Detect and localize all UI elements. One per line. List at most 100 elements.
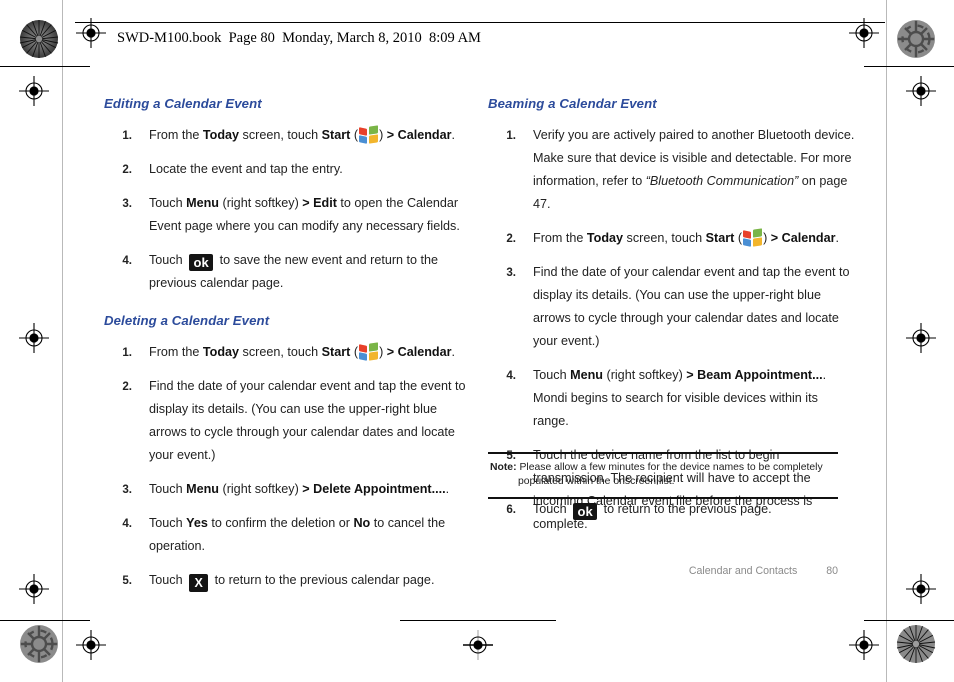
registration-target-left-mid [19, 323, 49, 353]
step-text: Touch X to return to the previous calend… [149, 573, 434, 592]
note-content: Note: Please allow a few minutes for the… [488, 461, 838, 489]
registration-target-right-upper [906, 76, 936, 106]
emphasis-text: Start [321, 345, 351, 359]
maze-swatch-bottom-left [20, 625, 58, 663]
step-text: Touch Menu (right softkey) > Beam Appoin… [533, 368, 826, 428]
step-number: 4. [122, 517, 132, 530]
emphasis-text: Start [321, 128, 351, 142]
step-text: Find the date of your calendar event and… [533, 265, 849, 348]
step-text: Touch Menu (right softkey) > Edit to ope… [149, 196, 460, 233]
starburst-swatch-bottom-right [896, 625, 936, 663]
ok-softkey-icon[interactable]: ok [573, 503, 598, 520]
note-box: Note: Please allow a few minutes for the… [488, 452, 838, 499]
step-number: 2. [122, 163, 132, 176]
emphasis-text: > Calendar [770, 231, 836, 245]
body-text: Touch [533, 502, 571, 516]
emphasis-text: > Calendar [386, 128, 452, 142]
section-heading: Deleting a Calendar Event [104, 313, 270, 328]
step-item: 1. From the Today screen, touch Start () … [104, 124, 472, 147]
emphasis-text: Today [202, 128, 240, 142]
body-text: ( [350, 128, 359, 142]
body-text: From the [533, 231, 587, 245]
footer-page-number: 80 [826, 565, 838, 577]
emphasis-text: Menu [186, 196, 219, 210]
close-softkey-icon[interactable]: X [189, 574, 209, 592]
step-item: 3. Touch Menu (right softkey) > Edit to o… [104, 192, 472, 238]
body-text: ) [379, 345, 387, 359]
section-deleting-calendar-event: Deleting a Calendar Event 1. From the Tod… [104, 313, 472, 592]
body-text: ) [379, 128, 387, 142]
step-item: 4. Touch Yes to confirm the deletion or N… [104, 512, 472, 558]
step-number: 4. [122, 254, 132, 267]
emphasis-text: Today [586, 231, 624, 245]
body-text: ( [350, 345, 359, 359]
step-item: 5. Touch X to return to the previous cale… [104, 569, 472, 592]
steps-list: 1. From the Today screen, touch Start () … [104, 341, 472, 592]
windows-start-flag-icon [359, 125, 378, 144]
body-text: to confirm the deletion or [207, 516, 354, 530]
emphasis-text: > Edit [302, 196, 337, 210]
book-header-text: SWD-M100.book Page 80 Monday, March 8, 2… [117, 30, 481, 46]
step-text: Verify you are actively paired to anothe… [533, 128, 854, 211]
trim-guide-left [62, 0, 63, 682]
trim-rule-bottom-left [0, 620, 90, 622]
emphasis-text: > Calendar [386, 345, 452, 359]
maze-swatch-top-right [897, 20, 935, 58]
step-item: 6. Touch ok to return to the previous pag… [488, 498, 838, 521]
step-item: 2. Find the date of your calendar event a… [104, 375, 472, 467]
step-text: Find the date of your calendar event and… [149, 379, 465, 462]
emphasis-text: > Delete Appointment.... [302, 482, 446, 496]
trim-rule-top-right [864, 66, 954, 68]
windows-start-flag-icon [359, 342, 378, 361]
registration-target-right-mid [906, 323, 936, 353]
registration-target-right-lower [906, 574, 936, 604]
emphasis-text: Menu [570, 368, 603, 382]
emphasis-text: > Beam Appointment... [686, 368, 823, 382]
page-footer: Calendar and Contacts 80 [488, 565, 838, 577]
body-text: Touch [149, 516, 187, 530]
step-number: 3. [506, 266, 516, 279]
left-column: Editing a Calendar Event 1. From the Toda… [104, 96, 472, 603]
steps-list: 1. From the Today screen, touch Start () … [104, 124, 472, 295]
note-label: Note: [490, 462, 517, 473]
step-item: 4. Touch ok to save the new event and ret… [104, 249, 472, 295]
step-number: 3. [122, 197, 132, 210]
registration-target-bottom-left [76, 630, 106, 660]
registration-target-left-lower [19, 574, 49, 604]
italic-reference-text: “Bluetooth Communication” [645, 174, 799, 188]
note-line-2: populated within the onscreen list. [518, 476, 675, 487]
step-number: 1. [122, 129, 132, 142]
emphasis-text: Start [705, 231, 735, 245]
windows-start-flag-icon [743, 228, 762, 247]
body-text: ) [763, 231, 771, 245]
body-text: Touch [149, 482, 187, 496]
step-text: From the Today screen, touch Start () > … [149, 342, 455, 361]
trim-guide-right [886, 0, 887, 682]
note-line-1: Please allow a few minutes for the devic… [519, 462, 823, 473]
trim-rule-bottom-center [400, 620, 556, 622]
step-number: 1. [506, 129, 516, 142]
step-item: 3. Find the date of your calendar event a… [488, 261, 856, 353]
body-text: Touch [149, 196, 187, 210]
body-text: ( [734, 231, 743, 245]
emphasis-text: Yes [186, 516, 208, 530]
section-heading: Editing a Calendar Event [104, 96, 262, 111]
body-text: Touch [149, 573, 187, 587]
step-item: 1. From the Today screen, touch Start () … [104, 341, 472, 364]
emphasis-text: No [353, 516, 371, 530]
step-number: 1. [122, 346, 132, 359]
post-note-steps: 6. Touch ok to return to the previous pag… [488, 498, 838, 532]
step-text: Touch ok to save the new event and retur… [149, 253, 438, 290]
body-text: Locate the event and tap the entry. [149, 162, 343, 176]
body-text: (right softkey) [603, 368, 687, 382]
body-text: screen, touch [239, 128, 322, 142]
body-text: Find the date of your calendar event and… [533, 265, 850, 348]
body-text: to return to the previous page. [600, 502, 772, 516]
emphasis-text: Menu [186, 482, 219, 496]
step-text: From the Today screen, touch Start () > … [149, 125, 455, 144]
body-text: Touch [533, 368, 571, 382]
step-text: Locate the event and tap the entry. [149, 162, 343, 176]
body-text: . [835, 231, 840, 245]
ok-softkey-icon[interactable]: ok [189, 254, 214, 271]
step-text: From the Today screen, touch Start () > … [533, 228, 840, 247]
